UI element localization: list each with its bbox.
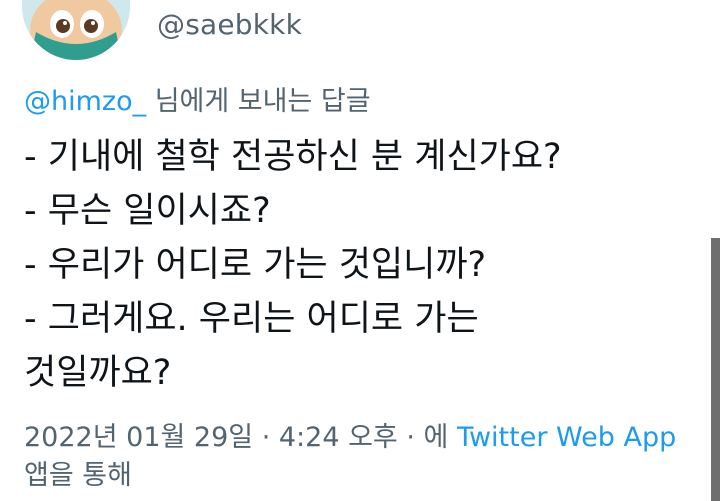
source-suffix: 앱을 통해 <box>24 460 132 491</box>
tweet-metadata: 2022년 01월 29일 · 4:24 오후 · 에 Twitter Web … <box>24 419 714 495</box>
tweet-line: 것일까요? <box>24 353 172 393</box>
tweet-line: - 기내에 철학 전공하신 분 계신가요? <box>24 137 562 177</box>
reply-context-label: 님에게 보내는 답글 <box>146 86 371 117</box>
timestamp-line: 2022년 01월 29일 · 4:24 오후 · 에 Twitter Web … <box>24 419 714 457</box>
reply-mention-link[interactable]: @himzo_ <box>24 86 146 117</box>
tweet-line: - 우리가 어디로 가는 것입니까? <box>24 245 487 285</box>
tweet-text: - 기내에 철학 전공하신 분 계신가요? - 무슨 일이시죠? - 우리가 어… <box>24 130 704 400</box>
author-handle[interactable]: @saebkkk <box>157 8 302 41</box>
tweet-line: - 무슨 일이시죠? <box>24 191 271 231</box>
source-link[interactable]: Twitter Web App <box>457 422 676 453</box>
tweet-date[interactable]: 2022년 01월 29일 <box>24 422 253 453</box>
scrollbar[interactable] <box>711 238 720 501</box>
cartoon-boy-avatar-icon <box>22 0 130 60</box>
reply-context: @himzo_ 님에게 보내는 답글 <box>24 79 371 118</box>
separator: · 에 <box>397 422 457 453</box>
tweet-time[interactable]: 4:24 오후 <box>279 422 398 453</box>
separator: · <box>253 422 279 453</box>
avatar[interactable] <box>22 0 130 60</box>
tweet-line: - 그러게요. 우리는 어디로 가는 <box>24 299 479 339</box>
